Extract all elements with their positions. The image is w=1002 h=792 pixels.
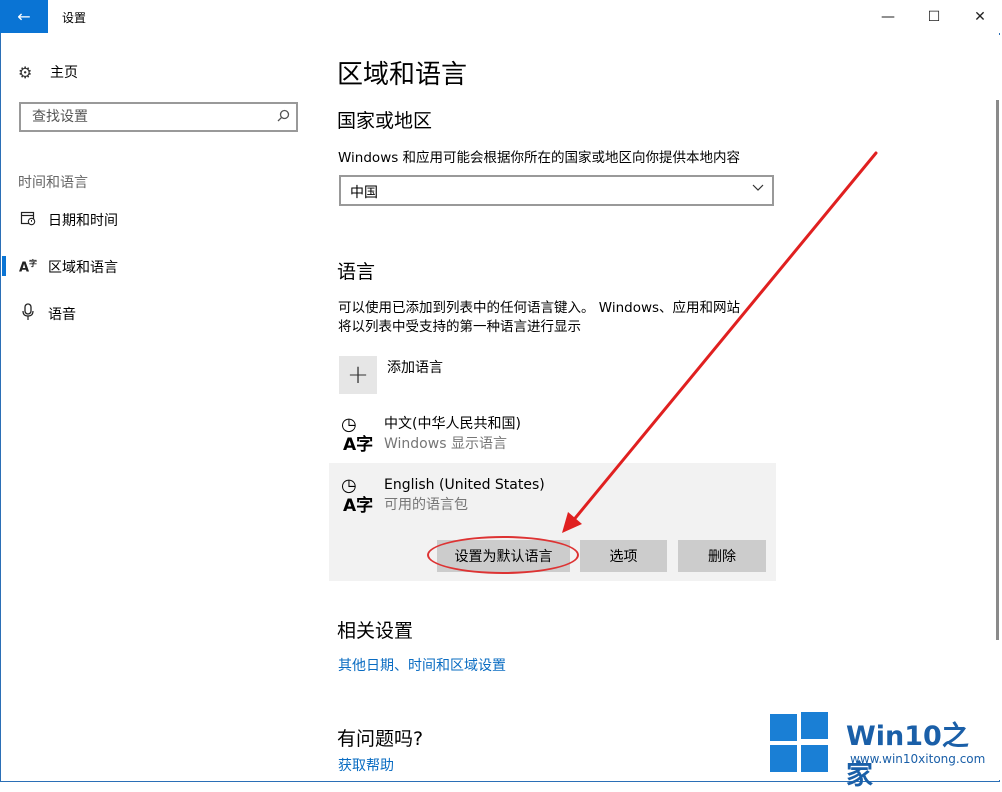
watermark-brand-en: Win10 (846, 721, 942, 752)
windows-logo-tile (801, 745, 828, 772)
annotation-arrow (562, 151, 878, 533)
watermark-logo: Win10之家 www.win10xitong.com (770, 712, 995, 791)
windows-logo-icon (770, 714, 797, 741)
windows-logo-tile (770, 745, 797, 772)
watermark-url: www.win10xitong.com (850, 752, 986, 766)
windows-logo-tile (801, 712, 828, 739)
